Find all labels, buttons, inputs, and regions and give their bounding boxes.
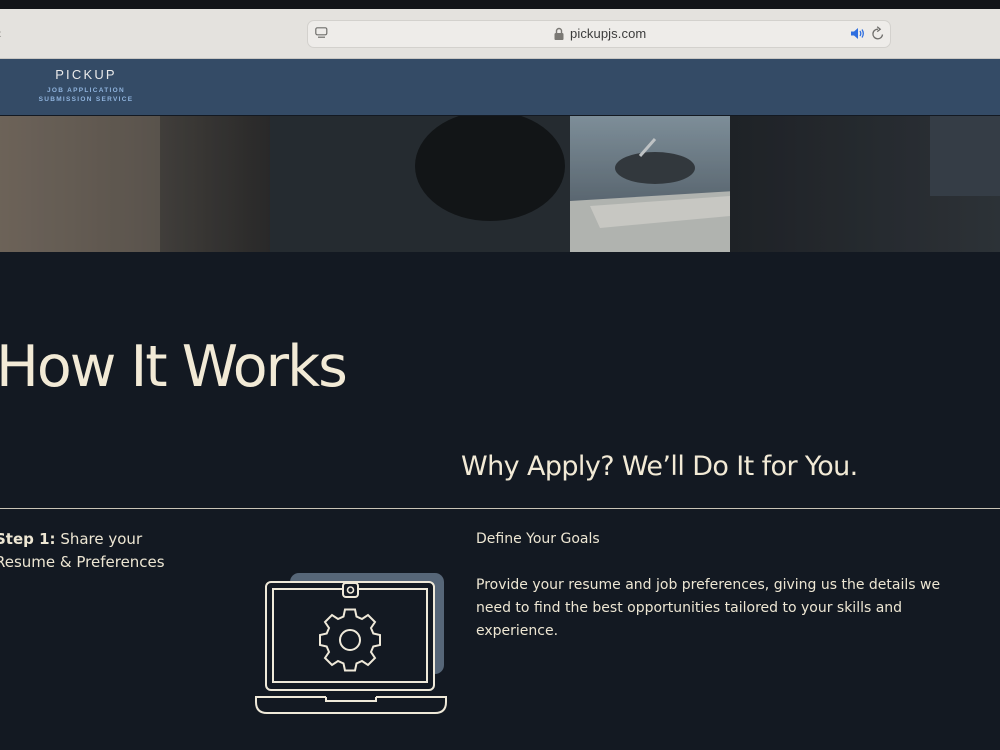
site-header: PICKUP JOB APPLICATION SUBMISSION SERVIC… (0, 59, 1000, 115)
how-it-works-section: How It Works Why Apply? We’ll Do It for … (0, 252, 1000, 750)
step-label: Step 1: (0, 530, 56, 548)
address-bar[interactable]: pickupjs.com (307, 20, 891, 48)
brand-tagline-line2: SUBMISSION SERVICE (38, 96, 134, 103)
step-title: Step 1: Share your Resume & Preferences (0, 528, 205, 574)
tabs-icon[interactable] (315, 27, 328, 39)
goals-title: Define Your Goals (476, 531, 600, 547)
hero-photo (0, 116, 1000, 252)
top-edge (0, 0, 1000, 9)
reload-icon[interactable] (871, 26, 885, 41)
section-divider (0, 508, 1000, 509)
section-heading: How It Works (0, 334, 348, 400)
step-text-line1: Share your (60, 530, 143, 548)
back-chevron-icon[interactable]: ‹ (0, 26, 7, 40)
browser-toolbar: ‹ pickupjs.com (0, 9, 1000, 59)
url-text[interactable]: pickupjs.com (570, 26, 646, 41)
goals-description: Provide your resume and job preferences,… (476, 577, 941, 639)
speaker-icon[interactable] (850, 27, 865, 40)
hero-image (0, 116, 1000, 252)
lock-icon (554, 27, 564, 40)
brand-logo[interactable]: PICKUP JOB APPLICATION SUBMISSION SERVIC… (30, 67, 142, 104)
laptop-gear-icon (255, 573, 447, 714)
brand-name: PICKUP (55, 67, 117, 82)
section-subheading: Why Apply? We’ll Do It for You. (461, 451, 858, 482)
step-text-line2: Resume & Preferences (0, 553, 165, 571)
brand-tagline-line1: JOB APPLICATION (46, 87, 125, 94)
